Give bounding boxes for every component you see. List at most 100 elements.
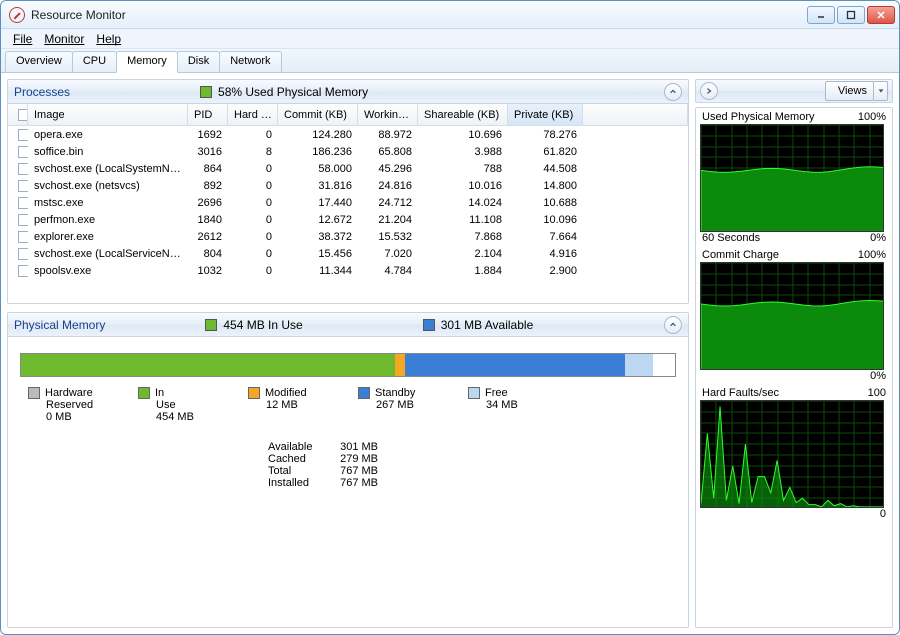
summary-row: Available301 MB: [268, 441, 688, 453]
table-row[interactable]: soffice.bin30168186.23665.8083.98861.820: [8, 143, 688, 160]
col-private[interactable]: Private (KB): [508, 104, 583, 125]
table-row[interactable]: opera.exe16920124.28088.97210.69678.276: [8, 126, 688, 143]
menu-file[interactable]: File: [7, 30, 38, 48]
row-checkbox[interactable]: [18, 180, 28, 192]
available-swatch: [423, 319, 435, 331]
expand-right-icon[interactable]: [700, 82, 718, 100]
col-pid[interactable]: PID: [188, 104, 228, 125]
cell-image: soffice.bin: [28, 146, 188, 158]
cell-commit: 124.280: [278, 129, 358, 141]
content-area: Processes 58% Used Physical Memory Image…: [1, 73, 899, 634]
cell-working: 4.784: [358, 265, 418, 277]
row-checkbox[interactable]: [18, 146, 28, 158]
memory-summary: Available301 MBCached279 MBTotal767 MBIn…: [268, 441, 688, 489]
cell-commit: 17.440: [278, 197, 358, 209]
col-image[interactable]: Image: [28, 104, 188, 125]
processes-header[interactable]: Processes 58% Used Physical Memory: [8, 80, 688, 104]
memory-bar: [20, 353, 676, 377]
cell-share: 10.016: [418, 180, 508, 192]
graph-min: 0: [880, 508, 886, 520]
cell-hard: 0: [228, 197, 278, 209]
row-checkbox[interactable]: [18, 129, 28, 141]
legend-item: Standby267 MB: [358, 387, 468, 423]
table-row[interactable]: svchost.exe (LocalSystemNet…864058.00045…: [8, 160, 688, 177]
menu-monitor[interactable]: Monitor: [38, 30, 90, 48]
cell-pid: 3016: [188, 146, 228, 158]
cell-pid: 804: [188, 248, 228, 260]
cell-private: 4.916: [508, 248, 583, 260]
col-checkbox[interactable]: [8, 104, 28, 125]
tab-overview[interactable]: Overview: [5, 51, 73, 72]
cell-commit: 58.000: [278, 163, 358, 175]
cell-commit: 12.672: [278, 214, 358, 226]
processes-title: Processes: [14, 85, 70, 99]
graph-title: Used Physical Memory: [702, 111, 814, 123]
row-checkbox[interactable]: [18, 197, 28, 209]
minimize-button[interactable]: [807, 6, 835, 24]
col-commit[interactable]: Commit (KB): [278, 104, 358, 125]
menu-help[interactable]: Help: [90, 30, 127, 48]
cell-share: 1.884: [418, 265, 508, 277]
col-working[interactable]: Workin…: [358, 104, 418, 125]
memory-usage-text: 58% Used Physical Memory: [218, 85, 368, 99]
cell-private: 78.276: [508, 129, 583, 141]
legend-item: Modified12 MB: [248, 387, 358, 423]
table-row[interactable]: svchost.exe (LocalServiceNet…804015.4567…: [8, 245, 688, 262]
cell-hard: 0: [228, 129, 278, 141]
row-checkbox[interactable]: [18, 163, 28, 175]
collapse-icon[interactable]: [664, 83, 682, 101]
app-window: Resource Monitor FileMonitorHelp Overvie…: [0, 0, 900, 635]
cell-hard: 0: [228, 214, 278, 226]
available-text: 301 MB Available: [441, 318, 534, 332]
views-button[interactable]: Views: [825, 81, 874, 101]
graph-max: 100%: [858, 249, 886, 261]
graph-body: [700, 124, 884, 232]
table-row[interactable]: perfmon.exe1840012.67221.20411.10810.096: [8, 211, 688, 228]
table-row[interactable]: explorer.exe2612038.37215.5327.8687.664: [8, 228, 688, 245]
cell-working: 7.020: [358, 248, 418, 260]
cell-private: 2.900: [508, 265, 583, 277]
graph-max: 100: [868, 387, 886, 399]
table-row[interactable]: mstsc.exe2696017.44024.71214.02410.688: [8, 194, 688, 211]
row-checkbox[interactable]: [18, 248, 28, 260]
tab-disk[interactable]: Disk: [177, 51, 220, 72]
cell-private: 14.800: [508, 180, 583, 192]
cell-working: 15.532: [358, 231, 418, 243]
graph-min: 0%: [870, 232, 886, 244]
physical-memory-title: Physical Memory: [14, 318, 105, 332]
col-hard[interactable]: Hard …: [228, 104, 278, 125]
in-use-text: 454 MB In Use: [223, 318, 302, 332]
app-title: Resource Monitor: [31, 8, 807, 22]
col-shareable[interactable]: Shareable (KB): [418, 104, 508, 125]
close-button[interactable]: [867, 6, 895, 24]
graph-commit-charge: Commit Charge100%0%: [700, 248, 888, 382]
cell-hard: 0: [228, 180, 278, 192]
cell-hard: 0: [228, 248, 278, 260]
summary-row: Cached279 MB: [268, 453, 688, 465]
cell-image: perfmon.exe: [28, 214, 188, 226]
cell-image: explorer.exe: [28, 231, 188, 243]
tab-cpu[interactable]: CPU: [72, 51, 117, 72]
physical-memory-header[interactable]: Physical Memory 454 MB In Use 301 MB Ava…: [8, 313, 688, 337]
cell-commit: 38.372: [278, 231, 358, 243]
tab-network[interactable]: Network: [219, 51, 281, 72]
cell-private: 10.096: [508, 214, 583, 226]
row-checkbox[interactable]: [18, 231, 28, 243]
row-checkbox[interactable]: [18, 265, 28, 277]
menubar: FileMonitorHelp: [1, 29, 899, 49]
cell-pid: 2612: [188, 231, 228, 243]
graph-xlabel: 60 Seconds: [702, 232, 760, 244]
table-row[interactable]: svchost.exe (netsvcs)892031.81624.81610.…: [8, 177, 688, 194]
row-checkbox[interactable]: [18, 214, 28, 226]
views-dropdown-icon[interactable]: [874, 81, 888, 101]
membar-segment: [21, 354, 395, 376]
tab-memory[interactable]: Memory: [116, 51, 178, 73]
collapse-icon[interactable]: [664, 316, 682, 334]
process-rows[interactable]: opera.exe16920124.28088.97210.69678.276s…: [8, 126, 688, 303]
cell-image: spoolsv.exe: [28, 265, 188, 277]
processes-panel: Processes 58% Used Physical Memory Image…: [7, 79, 689, 304]
maximize-button[interactable]: [837, 6, 865, 24]
graph-title: Hard Faults/sec: [702, 387, 779, 399]
table-row[interactable]: spoolsv.exe1032011.3444.7841.8842.900: [8, 262, 688, 279]
cell-commit: 11.344: [278, 265, 358, 277]
